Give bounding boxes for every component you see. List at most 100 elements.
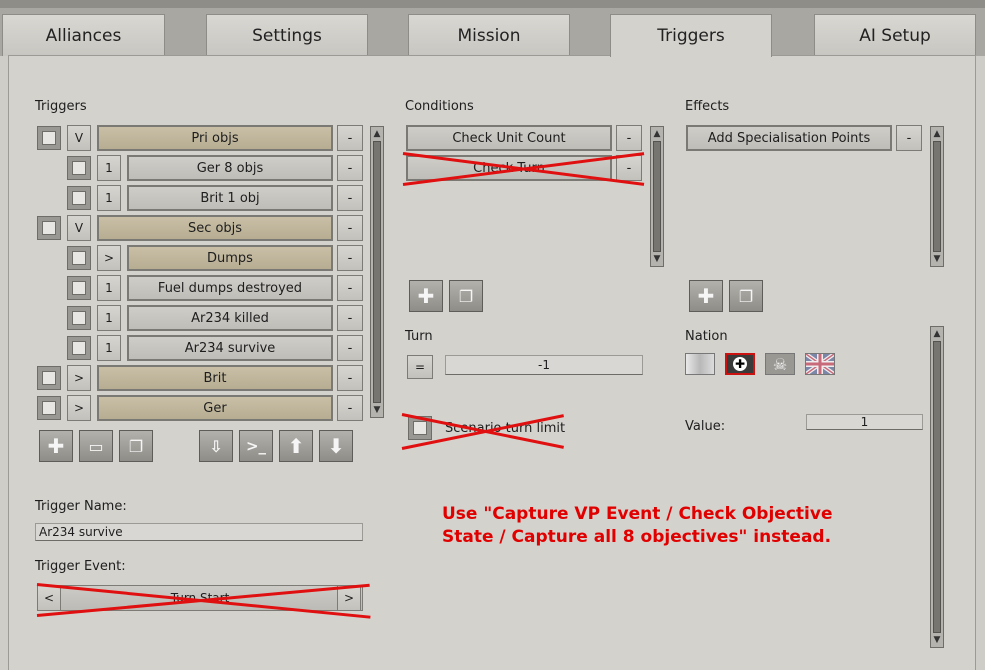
trigger-item[interactable]: Sec objs — [97, 215, 333, 241]
cross-icon: ✚ — [733, 357, 747, 371]
scroll-track[interactable] — [653, 141, 661, 252]
triggers-heading: Triggers — [35, 99, 87, 114]
effect-add-specialisation-points[interactable]: Add Specialisation Points — [686, 125, 892, 151]
effect-params-scrollbar[interactable]: ▲ ▼ — [930, 326, 944, 648]
union-jack-flag-icon[interactable] — [804, 352, 836, 376]
effects-scrollbar[interactable]: ▲ ▼ — [930, 126, 944, 267]
tab-alliances[interactable]: Alliances — [2, 14, 165, 56]
remove-label: - — [906, 130, 912, 146]
trigger-toggle-button[interactable]: > — [97, 245, 121, 271]
trigger-enable-checkbox[interactable] — [67, 186, 91, 210]
remove-label: - — [347, 220, 353, 236]
remove-trigger-button[interactable]: - — [337, 155, 363, 181]
trigger-toggle-button[interactable]: > — [67, 395, 91, 421]
trigger-item[interactable]: Brit 1 obj — [127, 185, 333, 211]
skull-flag-icon[interactable]: ☠ — [765, 353, 795, 375]
remove-trigger-button[interactable]: - — [337, 335, 363, 361]
add-trigger-button[interactable]: ✚ — [39, 430, 73, 462]
remove-trigger-button[interactable]: - — [337, 245, 363, 271]
trigger-toggle-button[interactable]: 1 — [97, 305, 121, 331]
remove-trigger-button[interactable]: - — [337, 305, 363, 331]
trigger-item[interactable]: Ar234 survive — [127, 335, 333, 361]
tab-ai-setup[interactable]: AI Setup — [814, 14, 976, 56]
trigger-item[interactable]: Pri objs — [97, 125, 333, 151]
trigger-enable-checkbox[interactable] — [37, 366, 61, 390]
trigger-toggle-button[interactable]: 1 — [97, 155, 121, 181]
tab-mission[interactable]: Mission — [408, 14, 570, 56]
remove-trigger-button[interactable]: - — [337, 275, 363, 301]
trigger-toggle-button[interactable]: 1 — [97, 185, 121, 211]
scroll-down-icon[interactable]: ▼ — [931, 253, 943, 265]
scroll-track[interactable] — [373, 141, 381, 403]
remove-trigger-button[interactable]: - — [337, 185, 363, 211]
arrow-down-icon: ⬇ — [327, 434, 345, 458]
trigger-toggle-button[interactable]: V — [67, 215, 91, 241]
move-down-button[interactable]: ⬇ — [319, 430, 353, 462]
condition-label: Check Unit Count — [452, 130, 566, 146]
trigger-toggle-button[interactable]: 1 — [97, 275, 121, 301]
trigger-toggle-button[interactable]: > — [67, 365, 91, 391]
trigger-list-scrollbar[interactable]: ▲ ▼ — [370, 126, 384, 418]
turn-value-input[interactable]: -1 — [445, 355, 643, 375]
tab-label: Settings — [252, 25, 322, 46]
move-into-button[interactable]: ⇩ — [199, 430, 233, 462]
tab-triggers[interactable]: Triggers — [610, 14, 772, 57]
trigger-label: Brit — [203, 370, 227, 386]
scroll-down-icon[interactable]: ▼ — [371, 404, 383, 416]
turn-value: -1 — [538, 358, 550, 372]
conditions-heading: Conditions — [405, 99, 474, 114]
scroll-track[interactable] — [933, 341, 941, 633]
copy-effect-button[interactable]: ❐ — [729, 280, 763, 312]
trigger-enable-checkbox[interactable] — [67, 336, 91, 360]
turn-operator-button[interactable]: = — [407, 355, 433, 379]
trigger-enable-checkbox[interactable] — [37, 126, 61, 150]
remove-trigger-button[interactable]: - — [337, 215, 363, 241]
trigger-item[interactable]: Ger — [97, 395, 333, 421]
trigger-item[interactable]: Fuel dumps destroyed — [127, 275, 333, 301]
trigger-name-input[interactable]: Ar234 survive — [35, 523, 363, 541]
scroll-up-icon[interactable]: ▲ — [371, 128, 383, 140]
scroll-down-icon[interactable]: ▼ — [651, 253, 663, 265]
tab-settings[interactable]: Settings — [206, 14, 368, 56]
trigger-item[interactable]: Dumps — [127, 245, 333, 271]
remove-label: - — [347, 280, 353, 296]
trigger-toggle-button[interactable]: 1 — [97, 335, 121, 361]
trigger-item[interactable]: Brit — [97, 365, 333, 391]
remove-effect-button[interactable]: - — [896, 125, 922, 151]
trigger-toggle-button[interactable]: V — [67, 125, 91, 151]
copy-condition-button[interactable]: ❐ — [449, 280, 483, 312]
move-up-button[interactable]: ⬆ — [279, 430, 313, 462]
trigger-enable-checkbox[interactable] — [67, 276, 91, 300]
scroll-down-icon[interactable]: ▼ — [931, 634, 943, 646]
scroll-up-icon[interactable]: ▲ — [651, 128, 663, 140]
conditions-scrollbar[interactable]: ▲ ▼ — [650, 126, 664, 267]
trigger-item[interactable]: Ar234 killed — [127, 305, 333, 331]
remove-trigger-button[interactable]: - — [337, 365, 363, 391]
none-flag-icon[interactable] — [685, 353, 715, 375]
remove-label: - — [626, 130, 632, 146]
add-condition-button[interactable]: ✚ — [409, 280, 443, 312]
trigger-label: Brit 1 obj — [200, 190, 260, 206]
trigger-item[interactable]: Ger 8 objs — [127, 155, 333, 181]
trigger-enable-checkbox[interactable] — [37, 216, 61, 240]
scroll-up-icon[interactable]: ▲ — [931, 328, 943, 340]
add-folder-button[interactable]: ▭ — [79, 430, 113, 462]
trigger-enable-checkbox[interactable] — [67, 156, 91, 180]
condition-check-unit-count[interactable]: Check Unit Count — [406, 125, 612, 151]
scroll-up-icon[interactable]: ▲ — [931, 128, 943, 140]
scroll-track[interactable] — [933, 141, 941, 252]
remove-condition-button[interactable]: - — [616, 155, 642, 181]
trigger-enable-checkbox[interactable] — [67, 246, 91, 270]
trigger-enable-checkbox[interactable] — [37, 396, 61, 420]
remove-trigger-button[interactable]: - — [337, 125, 363, 151]
german-cross-flag-icon[interactable]: ✚ — [725, 353, 755, 375]
console-button[interactable]: >_ — [239, 430, 273, 462]
trigger-event-prev-button[interactable]: < — [37, 585, 61, 611]
value-input[interactable]: 1 — [806, 414, 923, 430]
trigger-enable-checkbox[interactable] — [67, 306, 91, 330]
remove-trigger-button[interactable]: - — [337, 395, 363, 421]
add-effect-button[interactable]: ✚ — [689, 280, 723, 312]
remove-condition-button[interactable]: - — [616, 125, 642, 151]
copy-icon: ❐ — [738, 286, 754, 306]
copy-trigger-button[interactable]: ❐ — [119, 430, 153, 462]
